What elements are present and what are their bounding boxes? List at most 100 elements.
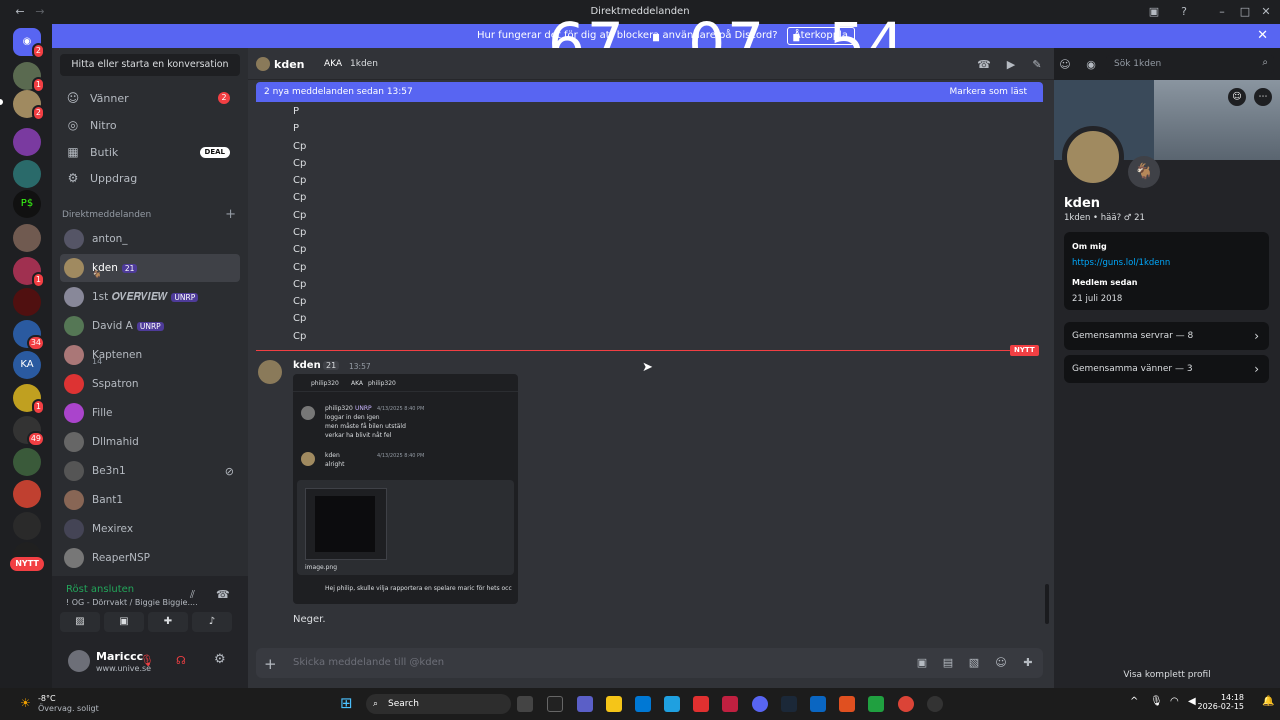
server-icon[interactable] xyxy=(13,160,41,188)
server-icon[interactable] xyxy=(13,128,41,156)
dm-item[interactable]: Dllmahid xyxy=(60,428,240,456)
dm-item[interactable]: Mexirex xyxy=(60,515,240,543)
banner-close-icon[interactable]: ✕ xyxy=(1257,24,1268,48)
server-icon[interactable]: 2 xyxy=(13,90,45,121)
add-attachment-icon[interactable]: + xyxy=(264,655,277,673)
activities-button[interactable]: ✚ xyxy=(148,612,188,632)
discord-icon[interactable] xyxy=(752,696,768,712)
dm-item[interactable]: Fille xyxy=(60,399,240,427)
scrollbar[interactable] xyxy=(1045,584,1049,624)
nav-nitro[interactable]: ◎ Nitro xyxy=(60,113,240,137)
server-icon[interactable] xyxy=(13,224,41,252)
header-search-input[interactable]: Sök 1kden ⌕ xyxy=(1106,55,1274,73)
soundboard-button[interactable]: ♪ xyxy=(192,612,232,632)
call-icon[interactable]: ☎ xyxy=(977,58,991,72)
app-icon[interactable] xyxy=(839,696,855,712)
mark-as-read-button[interactable]: Markera som läst xyxy=(949,82,1027,102)
create-dm-icon[interactable]: + xyxy=(225,207,236,222)
maximize-icon[interactable]: □ xyxy=(1237,4,1253,20)
profile-toggle-icon[interactable]: ◉ xyxy=(1084,58,1098,72)
app-icon[interactable] xyxy=(547,696,563,712)
video-icon[interactable]: ▶ xyxy=(1004,58,1018,72)
dm-item-selected[interactable]: kden 21 🐐 xyxy=(60,254,240,282)
pin-icon[interactable]: ✎ xyxy=(1030,58,1044,72)
server-icon[interactable]: 49 xyxy=(13,416,45,447)
task-view-icon[interactable] xyxy=(517,696,533,712)
deafen-icon[interactable]: ☊ xyxy=(176,654,186,667)
message-author[interactable]: kden xyxy=(293,360,321,371)
nav-shop[interactable]: ▦ Butik DEAL xyxy=(60,140,240,164)
teams-icon[interactable] xyxy=(577,696,593,712)
server-icon[interactable]: 1 xyxy=(13,384,45,415)
gift-icon[interactable]: ▣ xyxy=(915,656,929,670)
app-icon[interactable] xyxy=(927,696,943,712)
dm-item[interactable]: anton_ xyxy=(60,225,240,253)
avatar[interactable] xyxy=(1062,126,1124,188)
screenshare-button[interactable]: ▣ xyxy=(104,612,144,632)
noise-icon[interactable]: ⫽ xyxy=(190,588,195,602)
emoji-icon[interactable]: ☺ xyxy=(994,656,1008,670)
apps-icon[interactable]: ✚ xyxy=(1021,656,1035,670)
volume-icon[interactable]: ◀ xyxy=(1188,696,1196,707)
sticker-icon[interactable]: ▧ xyxy=(967,656,981,670)
dm-item[interactable]: 1st 𝑶𝑽𝑬𝑹𝑽𝑰𝑬𝑾 UNRP xyxy=(60,283,240,311)
taskbar-search[interactable]: ⌕ Search xyxy=(366,694,511,714)
nav-quests[interactable]: ⚙ Uppdrag xyxy=(60,166,240,190)
friend-icon[interactable]: ☺ xyxy=(1228,88,1246,106)
camera-button[interactable]: ▨ xyxy=(60,612,100,632)
nav-friends[interactable]: ☺ Vänner 2 xyxy=(60,86,240,110)
view-full-profile-link[interactable]: Visa komplett profil xyxy=(1054,670,1280,680)
server-icon[interactable]: P$ xyxy=(13,190,41,218)
tray-chevron-icon[interactable]: ^ xyxy=(1130,696,1138,707)
app-icon[interactable] xyxy=(868,696,884,712)
explorer-icon[interactable] xyxy=(606,696,622,712)
server-icon[interactable] xyxy=(13,480,41,508)
steam-icon[interactable] xyxy=(781,696,797,712)
app-icon[interactable] xyxy=(693,696,709,712)
mutual-friends-row[interactable]: Gemensamma vänner — 3 › xyxy=(1064,355,1269,383)
store-icon[interactable] xyxy=(635,696,651,712)
microphone-icon[interactable]: 🎙 xyxy=(1150,696,1163,707)
server-icon[interactable] xyxy=(13,512,41,540)
dm-item[interactable]: David A UNRP xyxy=(60,312,240,340)
dm-item[interactable]: Be3n1 ⊘ xyxy=(60,457,240,485)
home-discord-icon[interactable]: ◉ 2 xyxy=(13,28,45,59)
voice-status[interactable]: Röst ansluten xyxy=(66,584,134,595)
find-conversation-button[interactable]: Hitta eller starta en konversation xyxy=(60,54,240,76)
app-icon[interactable] xyxy=(722,696,738,712)
wifi-icon[interactable]: ◠ xyxy=(1170,696,1179,707)
server-ka[interactable]: KA xyxy=(13,351,41,379)
dm-item[interactable]: Bant1 xyxy=(60,486,240,514)
chrome-icon[interactable] xyxy=(898,696,914,712)
notification-icon[interactable]: 🔔 xyxy=(1262,696,1274,707)
attached-screenshot[interactable]: philip320 AKA philip320 philip320 UNRP 4… xyxy=(293,374,518,604)
app-icon[interactable] xyxy=(810,696,826,712)
server-icon[interactable]: 34 xyxy=(13,320,45,351)
more-options-icon[interactable]: ⋯ xyxy=(1254,88,1272,106)
edge-icon[interactable] xyxy=(664,696,680,712)
server-icon[interactable]: 1 xyxy=(13,62,45,93)
new-unread-pill[interactable]: NYTT xyxy=(10,557,44,571)
composer-placeholder[interactable]: Skicka meddelande till @kden xyxy=(293,657,444,668)
disconnect-icon[interactable]: ☎ xyxy=(216,588,230,601)
voice-channel[interactable]: ! OG - Dörrvakt / Biggie Biggie.... xyxy=(66,598,198,607)
help-icon[interactable]: ? xyxy=(1176,4,1192,20)
add-friend-icon[interactable]: ☺ xyxy=(1058,58,1072,72)
taskbar-clock[interactable]: 14:18 2026-02-15 xyxy=(1198,693,1245,711)
dm-item[interactable]: Kaptenen 14 xyxy=(60,341,240,369)
server-icon[interactable]: 1 xyxy=(13,257,45,288)
close-window-icon[interactable]: ✕ xyxy=(1258,4,1274,20)
server-icon[interactable] xyxy=(13,448,41,476)
minimize-icon[interactable]: – xyxy=(1214,4,1230,20)
gif-icon[interactable]: ▤ xyxy=(941,656,955,670)
inbox-icon[interactable]: ▣ xyxy=(1146,4,1162,20)
avatar[interactable] xyxy=(258,360,282,384)
settings-gear-icon[interactable]: ⚙ xyxy=(214,652,226,667)
server-icon[interactable] xyxy=(13,288,41,316)
avatar[interactable] xyxy=(68,650,90,672)
dm-item[interactable]: ReaperNSP xyxy=(60,544,240,572)
mute-icon[interactable]: 🎙 xyxy=(140,654,154,667)
message-composer[interactable]: + Skicka meddelande till @kden ▣ ▤ ▧ ☺ ✚ xyxy=(256,648,1043,678)
profile-link[interactable]: https://guns.lol/1kdenn xyxy=(1072,258,1170,268)
start-windows-icon[interactable]: ⊞ xyxy=(340,694,353,712)
